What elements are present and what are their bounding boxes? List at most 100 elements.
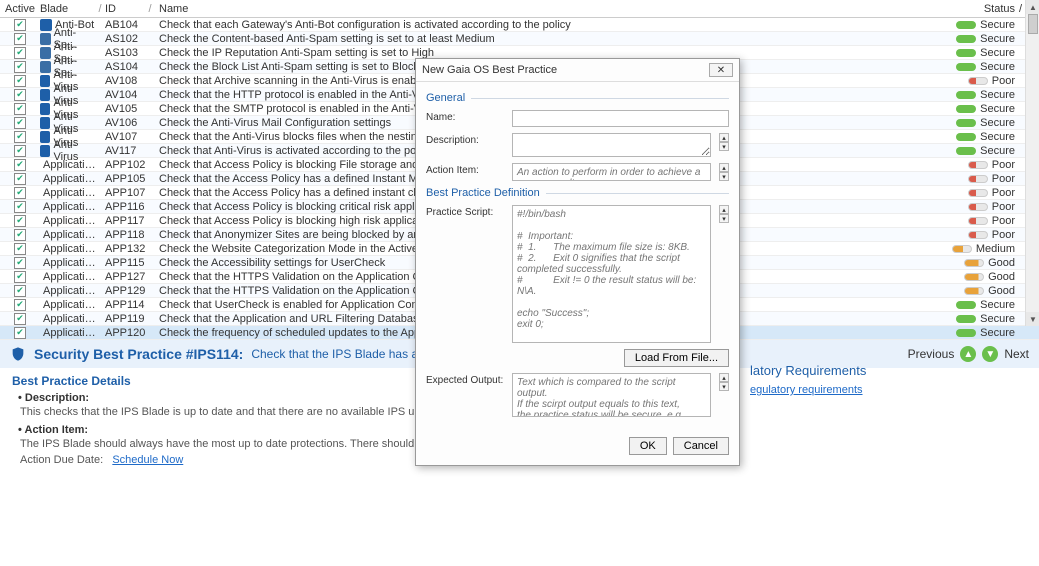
- blade-name: Applicati…: [43, 299, 96, 311]
- col-header-status[interactable]: Status: [949, 3, 1019, 15]
- spin-up-icon[interactable]: ▴: [719, 163, 729, 172]
- active-checkbox[interactable]: [14, 89, 26, 101]
- blade-name: Applicati…: [43, 313, 96, 325]
- blade-name: Applicati…: [43, 159, 96, 171]
- schedule-now-link[interactable]: Schedule Now: [112, 454, 183, 466]
- active-checkbox[interactable]: [14, 33, 26, 45]
- active-checkbox[interactable]: [14, 257, 26, 269]
- name-label: Name:: [426, 110, 504, 123]
- active-checkbox[interactable]: [14, 327, 26, 339]
- active-checkbox[interactable]: [14, 117, 26, 129]
- scroll-thumb[interactable]: [1028, 14, 1038, 34]
- active-checkbox[interactable]: [14, 313, 26, 325]
- regulatory-link[interactable]: egulatory requirements: [750, 384, 863, 396]
- status-pill: [956, 147, 976, 155]
- blade-name: Applicati…: [43, 271, 96, 283]
- status-text: Secure: [980, 33, 1015, 45]
- spin-down-icon[interactable]: ▾: [719, 382, 729, 391]
- active-checkbox[interactable]: [14, 229, 26, 241]
- name-input[interactable]: [512, 110, 729, 127]
- active-checkbox[interactable]: [14, 285, 26, 297]
- status-pill: [956, 35, 976, 43]
- spin-down-icon[interactable]: ▾: [719, 214, 729, 223]
- status-text: Secure: [980, 327, 1015, 339]
- blade-name: Applicati…: [43, 257, 96, 269]
- table-row[interactable]: Anti-Sp…AS102Check the Content-based Ant…: [0, 32, 1039, 46]
- action-item-input[interactable]: [512, 163, 711, 181]
- status-text: Poor: [992, 173, 1015, 185]
- load-from-file-button[interactable]: Load From File...: [624, 349, 729, 367]
- col-header-name[interactable]: Name: [155, 3, 949, 15]
- active-checkbox[interactable]: [14, 47, 26, 59]
- previous-label[interactable]: Previous: [908, 347, 955, 361]
- practice-script-input[interactable]: [512, 205, 711, 343]
- active-checkbox[interactable]: [14, 215, 26, 227]
- expected-output-input[interactable]: [512, 373, 711, 417]
- status-text: Good: [988, 285, 1015, 297]
- shield-icon: [10, 346, 26, 362]
- action-item-label: Action Item:: [426, 163, 504, 176]
- description-label: Description:: [25, 392, 89, 404]
- status-pill: [968, 231, 988, 239]
- blade-icon: [40, 145, 50, 157]
- status-text: Secure: [980, 117, 1015, 129]
- row-id: APP102: [105, 159, 145, 171]
- col-header-active[interactable]: Active: [0, 3, 40, 15]
- next-label[interactable]: Next: [1004, 347, 1029, 361]
- status-pill: [956, 315, 976, 323]
- status-text: Secure: [980, 103, 1015, 115]
- grid-scrollbar[interactable]: ▲ ▼: [1025, 0, 1039, 326]
- active-checkbox[interactable]: [14, 271, 26, 283]
- description-input[interactable]: [512, 133, 711, 157]
- col-header-blade[interactable]: Blade: [40, 3, 95, 15]
- active-checkbox[interactable]: [14, 187, 26, 199]
- active-checkbox[interactable]: [14, 243, 26, 255]
- status-text: Secure: [980, 313, 1015, 325]
- status-pill: [964, 259, 984, 267]
- active-checkbox[interactable]: [14, 299, 26, 311]
- table-row[interactable]: Anti-BotAB104Check that each Gateway's A…: [0, 18, 1039, 32]
- status-pill: [956, 133, 976, 141]
- spin-down-icon[interactable]: ▾: [719, 172, 729, 181]
- row-name: Check the Content-based Anti-Spam settin…: [155, 33, 949, 45]
- scroll-down-icon[interactable]: ▼: [1026, 312, 1039, 326]
- blade-name: Applicati…: [43, 201, 96, 213]
- row-name: Check the IP Reputation Anti-Spam settin…: [155, 47, 949, 59]
- active-checkbox[interactable]: [14, 201, 26, 213]
- active-checkbox[interactable]: [14, 75, 26, 87]
- active-checkbox[interactable]: [14, 19, 26, 31]
- dialog-close-button[interactable]: ✕: [709, 63, 733, 77]
- scroll-up-icon[interactable]: ▲: [1026, 0, 1039, 14]
- dialog-title: New Gaia OS Best Practice: [422, 64, 557, 76]
- active-checkbox[interactable]: [14, 131, 26, 143]
- spin-up-icon[interactable]: ▴: [719, 373, 729, 382]
- active-checkbox[interactable]: [14, 159, 26, 171]
- new-best-practice-dialog: New Gaia OS Best Practice ✕ General Name…: [415, 58, 740, 466]
- banner-title: Security Best Practice #IPS114:: [34, 346, 243, 362]
- status-pill: [956, 49, 976, 57]
- active-checkbox[interactable]: [14, 173, 26, 185]
- row-id: APP114: [105, 299, 145, 311]
- row-id: AV108: [105, 75, 145, 87]
- status-pill: [956, 329, 976, 337]
- status-text: Good: [988, 257, 1015, 269]
- status-pill: [964, 273, 984, 281]
- status-pill: [968, 203, 988, 211]
- ok-button[interactable]: OK: [629, 437, 667, 455]
- spin-up-icon[interactable]: ▴: [719, 205, 729, 214]
- spin-up-icon[interactable]: ▴: [719, 133, 729, 142]
- active-checkbox[interactable]: [14, 61, 26, 73]
- status-text: Secure: [980, 145, 1015, 157]
- status-pill: [968, 175, 988, 183]
- col-header-id[interactable]: ID: [105, 3, 145, 15]
- spin-down-icon[interactable]: ▾: [719, 142, 729, 151]
- active-checkbox[interactable]: [14, 145, 26, 157]
- description-label: Description:: [426, 133, 504, 146]
- next-button[interactable]: ▼: [982, 346, 998, 362]
- cancel-button[interactable]: Cancel: [673, 437, 729, 455]
- previous-button[interactable]: ▲: [960, 346, 976, 362]
- row-id: APP116: [105, 201, 145, 213]
- status-pill: [952, 245, 972, 253]
- action-item-label: Action Item:: [25, 424, 89, 436]
- active-checkbox[interactable]: [14, 103, 26, 115]
